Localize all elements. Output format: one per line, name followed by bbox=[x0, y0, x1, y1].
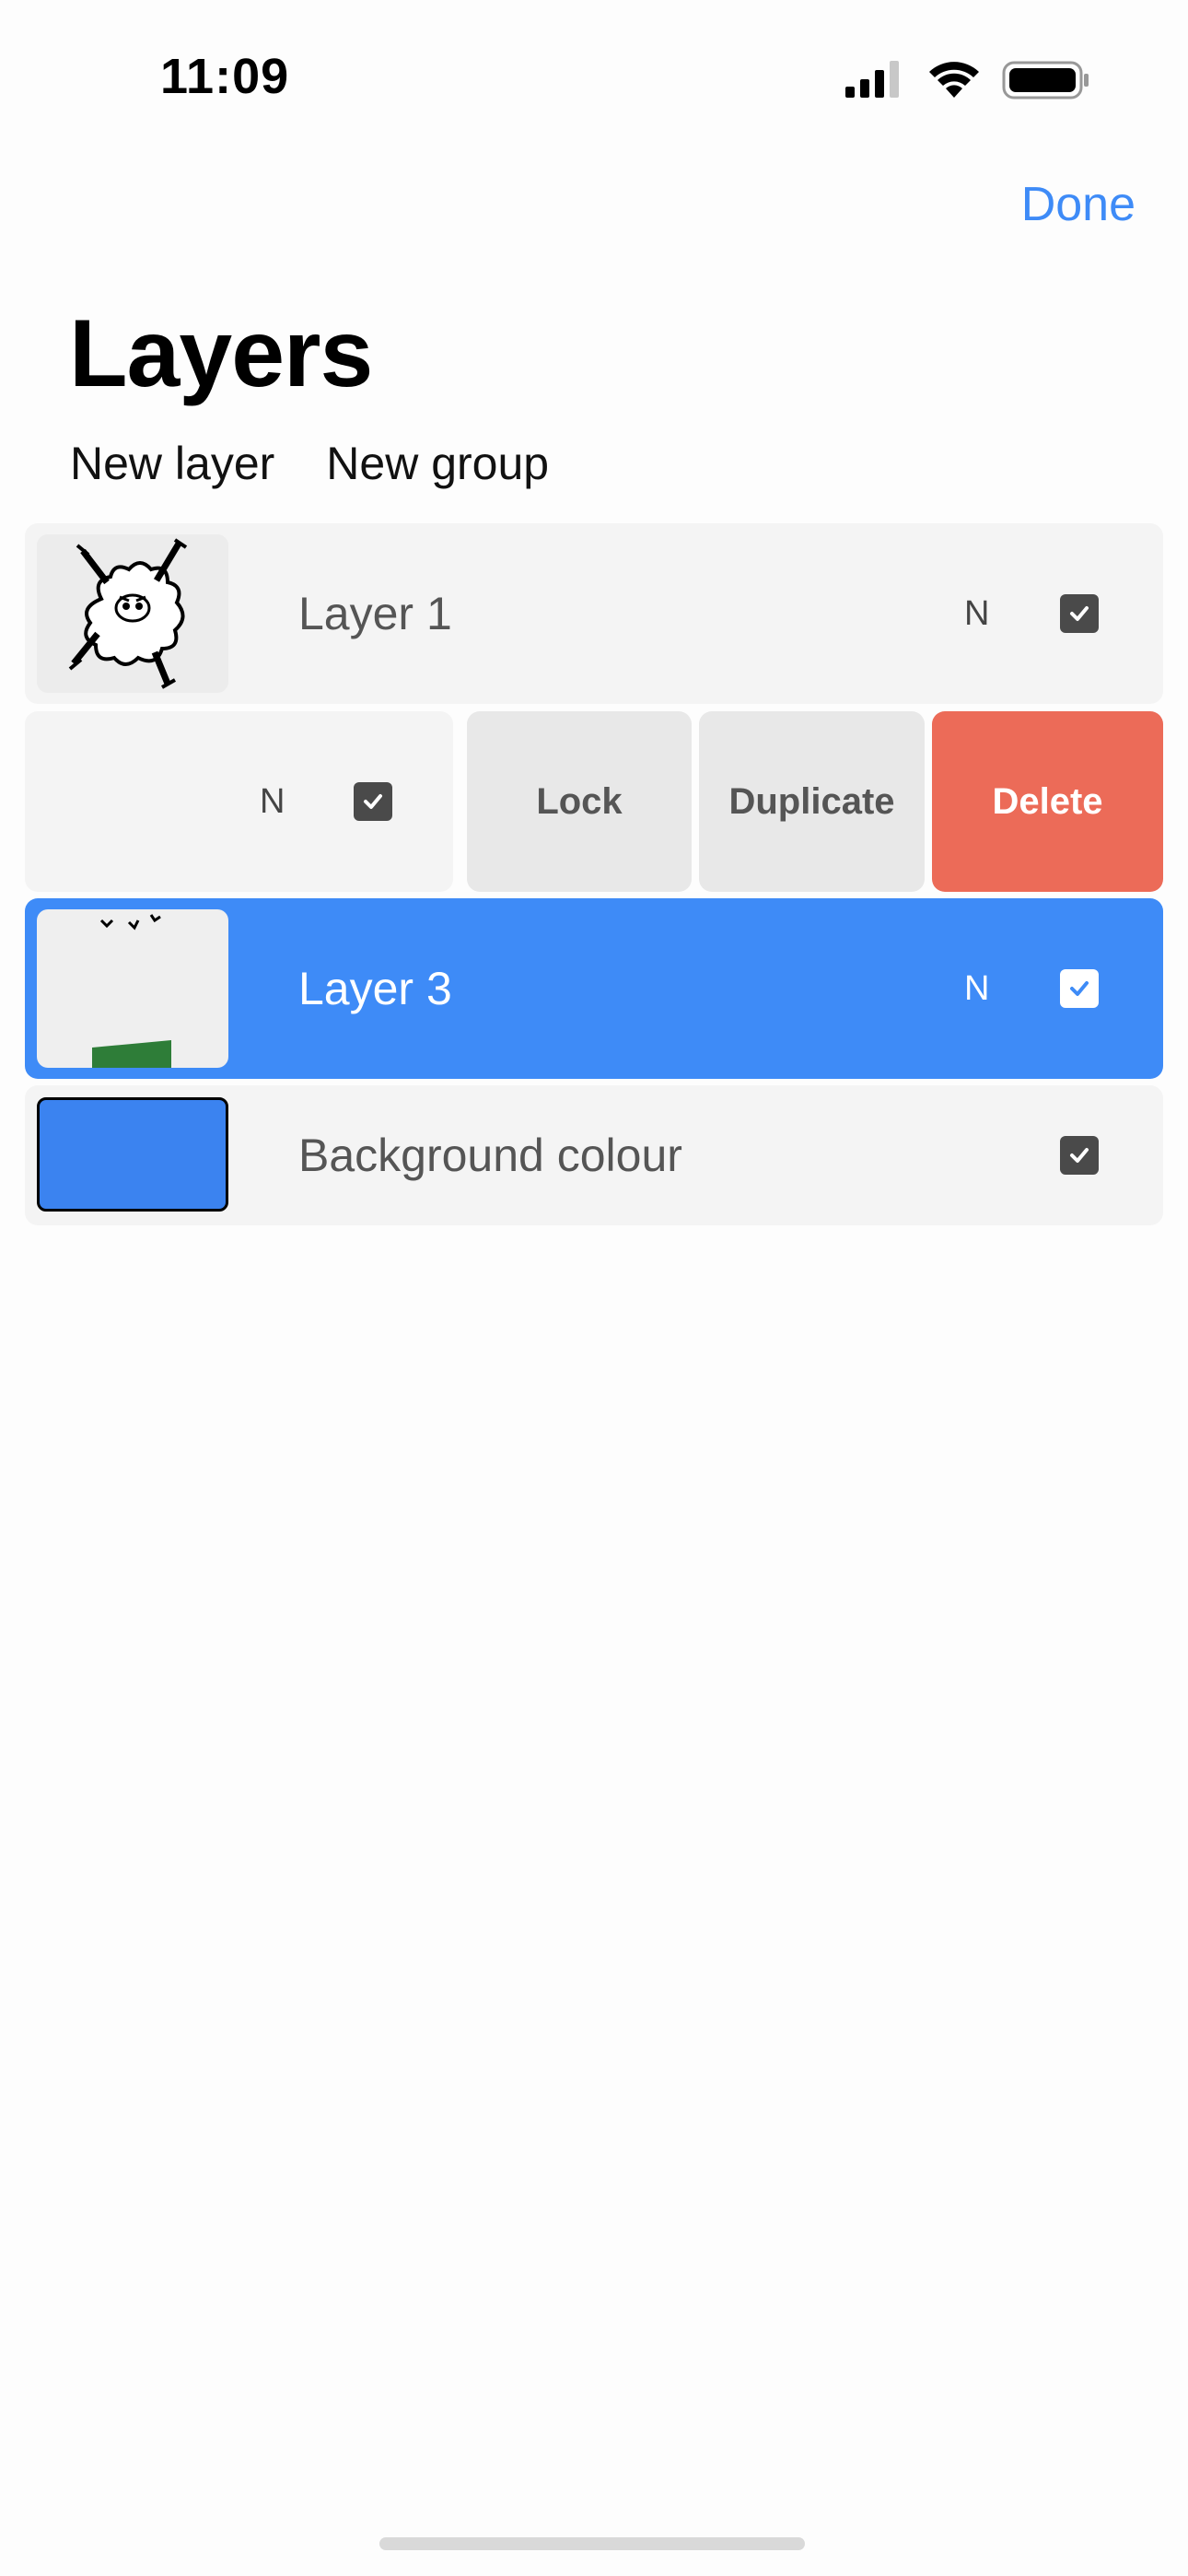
duplicate-button[interactable]: Duplicate bbox=[699, 711, 925, 892]
battery-icon bbox=[1002, 61, 1089, 100]
blend-mode-button[interactable]: N bbox=[964, 523, 989, 704]
swiped-layer-content[interactable]: N bbox=[25, 711, 453, 892]
checkmark-icon bbox=[1070, 606, 1089, 621]
visibility-checkbox[interactable] bbox=[1060, 594, 1099, 633]
layer-row-layer-1[interactable]: Layer 1 N bbox=[25, 523, 1163, 704]
layer-row-swiped: N Lock Duplicate Delete bbox=[25, 711, 1163, 892]
status-icons bbox=[845, 61, 1089, 100]
layer-row-background[interactable]: Background colour bbox=[25, 1085, 1163, 1225]
visibility-checkbox[interactable] bbox=[354, 782, 392, 821]
blend-mode-button[interactable]: N bbox=[260, 711, 285, 892]
layer-row-layer-3[interactable]: Layer 3 N bbox=[25, 898, 1163, 1079]
status-time: 11:09 bbox=[160, 49, 290, 104]
layer-name: Background colour bbox=[298, 1130, 682, 1181]
new-group-button[interactable]: New group bbox=[326, 437, 549, 490]
background-color-swatch[interactable] bbox=[37, 1097, 228, 1212]
done-button[interactable]: Done bbox=[1021, 177, 1136, 232]
visibility-checkbox[interactable] bbox=[1060, 1136, 1099, 1175]
layer-name: Layer 3 bbox=[298, 963, 452, 1014]
new-layer-button[interactable]: New layer bbox=[70, 437, 274, 490]
sheep-drawing-icon bbox=[68, 538, 188, 689]
checkmark-icon bbox=[1070, 1148, 1089, 1163]
wifi-icon bbox=[929, 62, 979, 98]
layer-thumbnail bbox=[37, 909, 228, 1068]
layer-name: Layer 1 bbox=[298, 588, 452, 639]
lock-button[interactable]: Lock bbox=[467, 711, 692, 892]
layer-toolbar: New layer New group bbox=[70, 437, 549, 490]
blend-mode-button[interactable]: N bbox=[964, 898, 989, 1079]
checkmark-icon bbox=[364, 794, 382, 809]
cellular-signal-icon bbox=[845, 61, 899, 98]
home-indicator bbox=[379, 2537, 805, 2550]
visibility-checkbox[interactable] bbox=[1060, 969, 1099, 1008]
checkmark-icon bbox=[1070, 981, 1089, 996]
landscape-drawing-icon bbox=[92, 914, 171, 1068]
page-title: Layers bbox=[69, 300, 373, 407]
delete-button[interactable]: Delete bbox=[932, 711, 1163, 892]
layers-screen: 11:09 Done Layers New layer New group La… bbox=[0, 0, 1188, 2576]
layer-thumbnail bbox=[37, 534, 228, 693]
